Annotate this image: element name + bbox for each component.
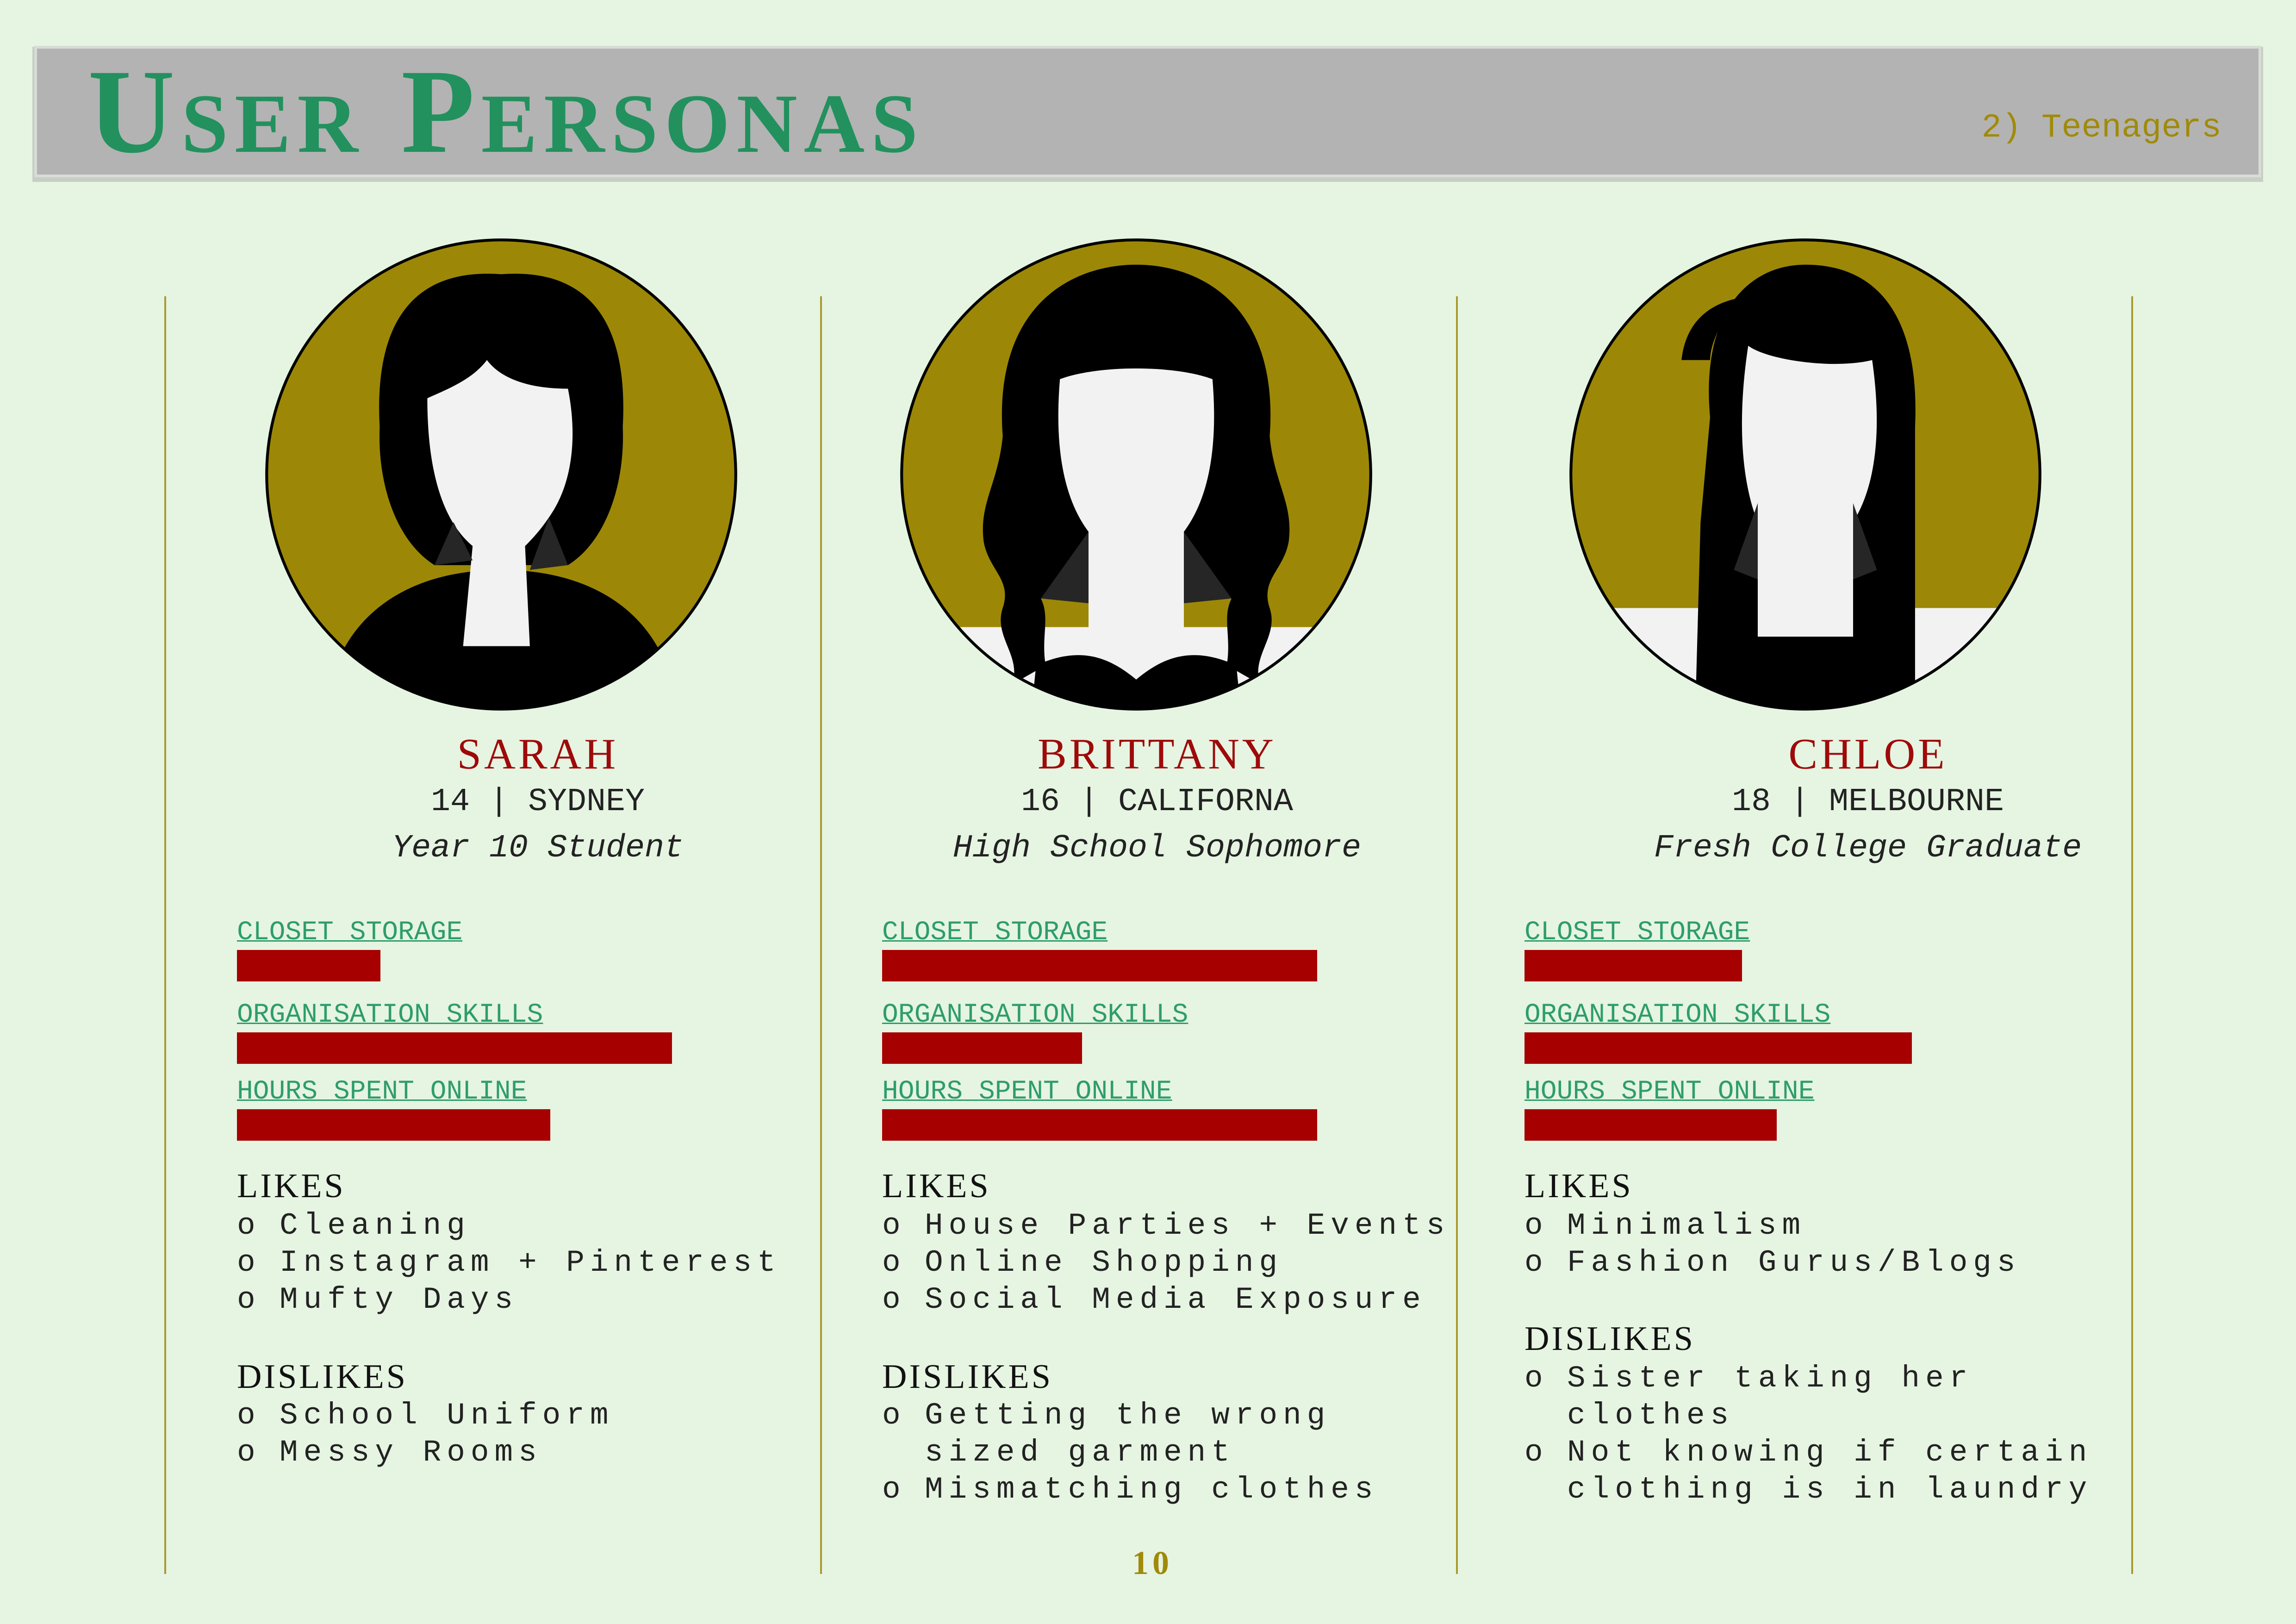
- page-title: User Personas: [88, 45, 925, 178]
- persona-role: Year 10 Student: [392, 830, 684, 867]
- persona-name: CHLOE: [1788, 730, 1948, 778]
- dislikes-list: Getting the wrong sized garment Mismatch…: [882, 1397, 1379, 1508]
- metric-label: ORGANISATION SKILLS: [237, 1000, 543, 1030]
- list-item: Minimalism: [1524, 1207, 2021, 1244]
- metric-bar: [237, 1109, 550, 1141]
- metric-bar: [237, 950, 380, 981]
- metric-label: HOURS SPENT ONLINE: [237, 1077, 527, 1107]
- dislikes-list: Sister taking her clothes Not knowing if…: [1524, 1360, 2092, 1508]
- list-item-continuation: clothing is in laundry: [1567, 1472, 2093, 1507]
- list-item: Mismatching clothes: [882, 1471, 1379, 1508]
- metric-bar: [237, 1032, 672, 1064]
- likes-list: House Parties + Events Online Shopping S…: [882, 1207, 1450, 1318]
- persona-age-location: 16 | CALIFORNA: [1020, 784, 1294, 820]
- page-number: 10: [1132, 1544, 1173, 1581]
- metric-label: ORGANISATION SKILLS: [1524, 1000, 1831, 1030]
- metric-hours-online: HOURS SPENT ONLINE: [237, 1076, 839, 1142]
- likes-heading: LIKES: [237, 1167, 346, 1205]
- metric-label: ORGANISATION SKILLS: [882, 1000, 1188, 1030]
- dislikes-heading: DISLIKES: [1524, 1320, 1695, 1358]
- metric-organisation-skills: ORGANISATION SKILLS: [237, 999, 839, 1065]
- list-item: Cleaning: [237, 1207, 781, 1244]
- metric-bar: [882, 950, 1317, 981]
- persona-card-chloe: CHLOE 18 | MELBOURNE Fresh College Gradu…: [1524, 236, 2126, 1579]
- persona-card-brittany: BRITTANY 16 | CALIFORNA High School Soph…: [882, 236, 1484, 1579]
- metric-closet-storage: CLOSET STORAGE: [237, 917, 839, 982]
- list-item: Instagram + Pinterest: [237, 1244, 781, 1281]
- female-silhouette-bob-icon: [263, 236, 740, 713]
- metric-bar: [1524, 1109, 1777, 1141]
- likes-list: Minimalism Fashion Gurus/Blogs: [1524, 1207, 2021, 1281]
- header-banner: User Personas 2) Teenagers: [37, 49, 2259, 175]
- metric-closet-storage: CLOSET STORAGE: [882, 917, 1484, 982]
- list-item: Social Media Exposure: [882, 1281, 1450, 1318]
- persona-name: BRITTANY: [1038, 730, 1276, 778]
- column-divider: [2131, 296, 2133, 1574]
- female-silhouette-wavy-hair-icon: [898, 236, 1375, 713]
- list-item: Online Shopping: [882, 1244, 1450, 1281]
- metric-hours-online: HOURS SPENT ONLINE: [882, 1076, 1484, 1142]
- metric-bar: [882, 1032, 1082, 1064]
- dislikes-list: School Uniform Messy Rooms: [237, 1397, 614, 1471]
- metric-bar: [1524, 950, 1742, 981]
- list-item: Sister taking her: [1524, 1360, 2092, 1397]
- list-item: Not knowing if certain: [1524, 1434, 2092, 1471]
- metric-bar: [882, 1109, 1317, 1141]
- metric-label: CLOSET STORAGE: [1524, 918, 1750, 948]
- persona-name: SARAH: [457, 730, 619, 778]
- column-divider: [164, 296, 166, 1574]
- persona-card-sarah: SARAH 14 | SYDNEY Year 10 Student CLOSET…: [237, 236, 839, 1579]
- list-item: Messy Rooms: [237, 1434, 614, 1471]
- list-item-continuation: sized garment: [925, 1435, 1235, 1470]
- metric-bar: [1524, 1032, 1912, 1064]
- likes-list: Cleaning Instagram + Pinterest Mufty Day…: [237, 1207, 781, 1318]
- likes-heading: LIKES: [1524, 1167, 1633, 1205]
- likes-heading: LIKES: [882, 1167, 991, 1205]
- metric-closet-storage: CLOSET STORAGE: [1524, 917, 2126, 982]
- list-item: House Parties + Events: [882, 1207, 1450, 1244]
- list-item: Mufty Days: [237, 1281, 781, 1318]
- list-item: Fashion Gurus/Blogs: [1524, 1244, 2021, 1281]
- persona-role: Fresh College Graduate: [1654, 830, 2082, 867]
- female-silhouette-long-hair-icon: [1567, 236, 2044, 713]
- metric-label: CLOSET STORAGE: [882, 918, 1108, 948]
- metric-label: HOURS SPENT ONLINE: [1524, 1077, 1815, 1107]
- list-item: School Uniform: [237, 1397, 614, 1434]
- page-subtitle: 2) Teenagers: [1981, 109, 2221, 147]
- metric-hours-online: HOURS SPENT ONLINE: [1524, 1076, 2126, 1142]
- list-item: Getting the wrong: [882, 1397, 1379, 1434]
- persona-age-location: 18 | MELBOURNE: [1731, 784, 2004, 820]
- persona-role: High School Sophomore: [952, 830, 1362, 867]
- list-item-continuation: clothes: [1567, 1398, 1735, 1433]
- dislikes-heading: DISLIKES: [237, 1358, 408, 1396]
- metric-label: CLOSET STORAGE: [237, 918, 463, 948]
- dislikes-heading: DISLIKES: [882, 1358, 1053, 1396]
- persona-age-location: 14 | SYDNEY: [430, 784, 645, 820]
- metric-organisation-skills: ORGANISATION SKILLS: [1524, 999, 2126, 1065]
- metric-label: HOURS SPENT ONLINE: [882, 1077, 1172, 1107]
- metric-organisation-skills: ORGANISATION SKILLS: [882, 999, 1484, 1065]
